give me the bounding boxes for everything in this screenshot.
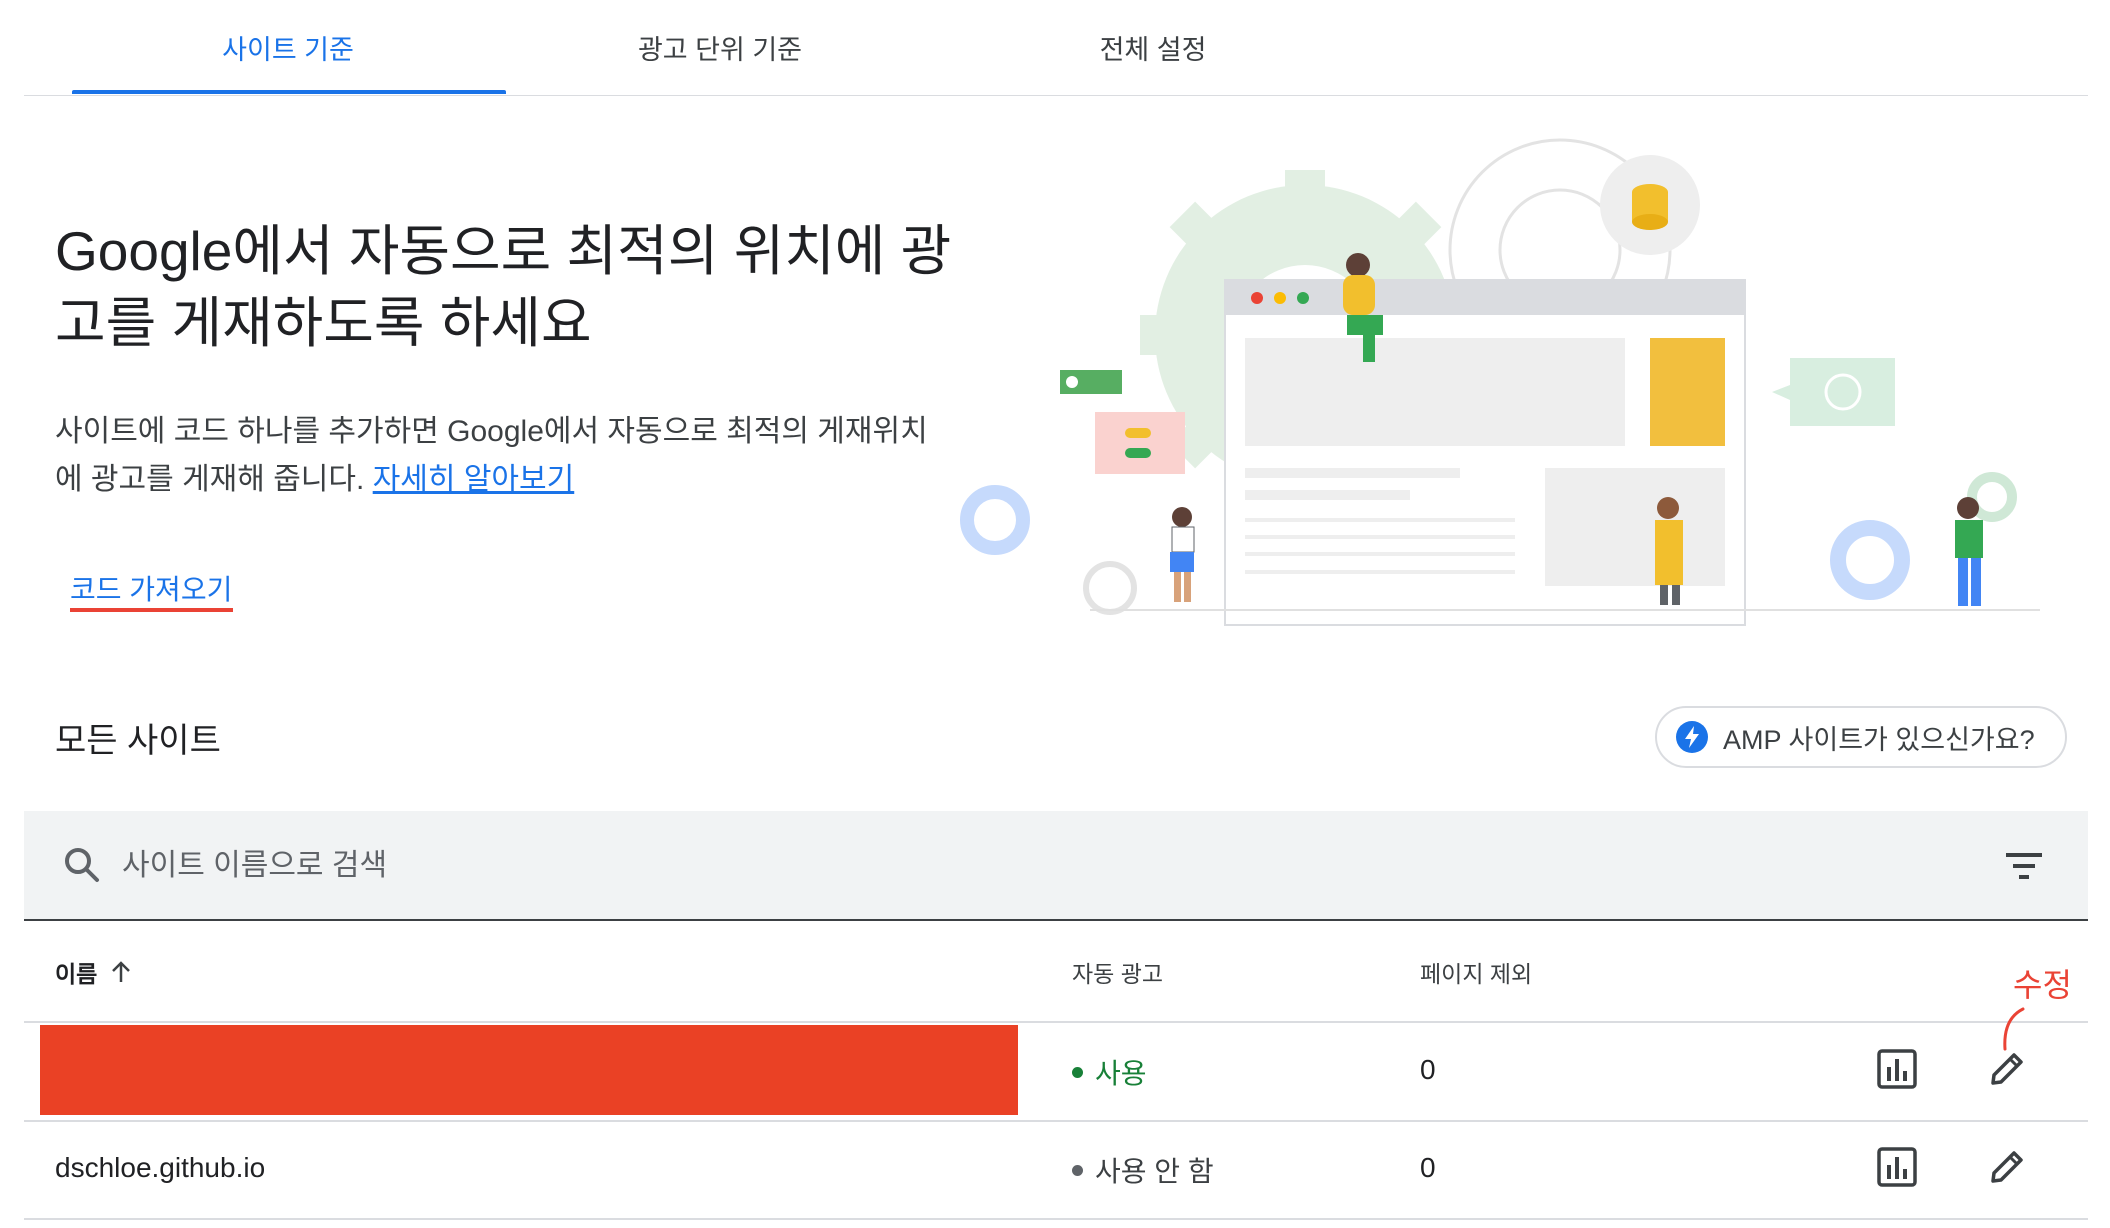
amp-site-button[interactable]: AMP 사이트가 있으신가요? (1655, 706, 2067, 768)
table-divider (24, 1021, 2088, 1023)
hero-title: Google에서 자동으로 최적의 위치에 광고를 게재하도록 하세요 (55, 220, 952, 354)
table-row-divider (24, 1120, 2088, 1122)
amp-lightning-icon (1676, 721, 1708, 753)
column-header-name-label: 이름 (55, 961, 98, 987)
hero-illustration (960, 138, 2040, 626)
person-standing-left-icon (1170, 507, 1195, 602)
status-dot-icon (1072, 1164, 1083, 1176)
column-header-name[interactable]: 이름 (55, 955, 135, 989)
sort-ascending-icon (112, 961, 131, 982)
auto-ads-status-label: 사용 안 함 (1095, 1156, 1214, 1187)
page-exclusions-count: 0 (1420, 1152, 1436, 1183)
tab-by-ad-unit[interactable]: 광고 단위 기준 (504, 28, 936, 68)
annotation-arrow-icon (2003, 1007, 2025, 1051)
auto-ads-status-label: 사용 (1095, 1058, 1147, 1089)
tab-global-settings[interactable]: 전체 설정 (937, 28, 1369, 68)
small-gear-icon (1083, 561, 1137, 615)
search-icon (65, 848, 99, 882)
redacted-site-name (40, 1025, 1018, 1115)
edit-pencil-icon[interactable] (1985, 1145, 2029, 1189)
search-bar (24, 811, 2088, 921)
column-header-page-exclusions: 페이지 제외 (1420, 961, 1533, 987)
table-row-divider (24, 1218, 2088, 1220)
site-search-input[interactable] (120, 835, 1824, 897)
hero-description: 사이트에 코드 하나를 추가하면 Google에서 자동으로 최적의 게재위치에… (55, 408, 935, 504)
report-icon[interactable] (1875, 1047, 1919, 1091)
get-code-highlight (70, 608, 233, 612)
status-dot-icon (1072, 1066, 1083, 1078)
edit-annotation-label: 수정 (2013, 967, 2072, 1003)
auto-ads-status: 사용 (1072, 1052, 1147, 1092)
all-sites-title: 모든 사이트 (55, 722, 221, 760)
tab-bar: 사이트 기준 광고 단위 기준 전체 설정 (24, 0, 2088, 96)
site-name[interactable]: dschloe.github.io (55, 1152, 265, 1184)
pink-card-icon (1095, 412, 1185, 474)
chat-bubble-icon (1772, 358, 1895, 426)
active-tab-indicator (72, 90, 506, 94)
report-icon[interactable] (1875, 1145, 1919, 1189)
learn-more-link[interactable]: 자세히 알아보기 (373, 463, 575, 496)
tab-by-site[interactable]: 사이트 기준 (72, 28, 504, 68)
page-exclusions-count: 0 (1420, 1054, 1436, 1085)
column-header-auto-ads: 자동 광고 (1072, 961, 1164, 987)
blue-gear-icon (960, 485, 1030, 555)
coin-icon (1600, 155, 1700, 255)
blue-gear-icon-2 (1830, 520, 1910, 600)
get-code-button[interactable]: 코드 가져오기 (70, 568, 232, 608)
filter-icon[interactable] (2004, 849, 2044, 883)
amp-site-button-label: AMP 사이트가 있으신가요? (1723, 724, 2035, 755)
auto-ads-status: 사용 안 함 (1072, 1150, 1214, 1190)
